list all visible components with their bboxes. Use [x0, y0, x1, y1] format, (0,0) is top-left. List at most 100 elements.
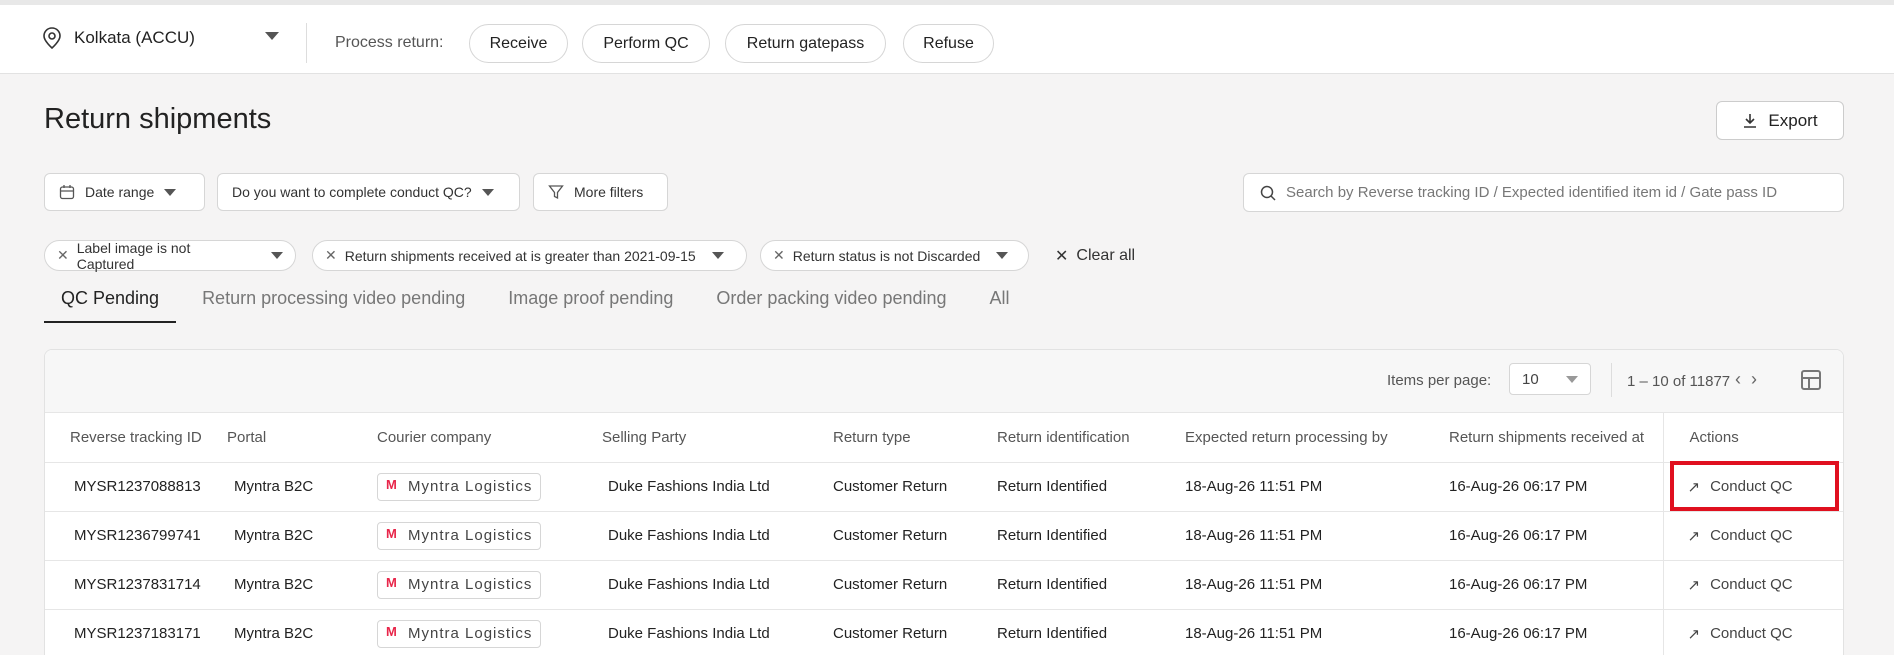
cell-return-type: Customer Return: [833, 511, 997, 561]
search-placeholder: Search by Reverse tracking ID / Expected…: [1286, 184, 1778, 201]
col-selling-party[interactable]: Selling Party: [602, 413, 833, 463]
cell-return-type: Customer Return: [833, 462, 997, 512]
chevron-down-icon: [711, 252, 724, 259]
location-selector[interactable]: Kolkata (ACCU): [42, 27, 195, 49]
search-icon: [1260, 185, 1276, 201]
courier-label: Myntra Logistics: [408, 527, 533, 544]
myntra-logo-icon: [386, 575, 400, 590]
clear-all-label: Clear all: [1076, 247, 1136, 264]
cell-return-received-at: 16-Aug-26 06:17 PM: [1449, 560, 1663, 610]
divider: [306, 23, 307, 63]
pagination-range: 1 – 10 of 11877: [1627, 373, 1731, 390]
conduct-qc-button[interactable]: ↗ Conduct QC: [1664, 527, 1793, 545]
location-label: Kolkata (ACCU): [74, 28, 195, 47]
more-filters-label: More filters: [574, 184, 644, 200]
cell-expected-return-processing: 18-Aug-26 11:51 PM: [1185, 560, 1449, 610]
col-return-identification[interactable]: Return identification: [997, 413, 1185, 463]
close-icon[interactable]: ✕: [773, 247, 785, 264]
tab-all[interactable]: All: [973, 288, 1027, 323]
cell-selling-party: Duke Fashions India Ltd: [602, 560, 833, 610]
conduct-qc-filter[interactable]: Do you want to complete conduct QC?: [217, 173, 520, 211]
export-button[interactable]: Export: [1716, 101, 1844, 140]
conduct-qc-label: Conduct QC: [1710, 478, 1793, 495]
courier-label: Myntra Logistics: [408, 478, 533, 495]
search-input[interactable]: Search by Reverse tracking ID / Expected…: [1243, 173, 1844, 212]
tab-return-processing-video-pending[interactable]: Return processing video pending: [185, 288, 482, 323]
col-return-received-at[interactable]: Return shipments received at: [1449, 413, 1663, 463]
download-icon: [1744, 113, 1757, 128]
col-actions: Actions: [1662, 413, 1843, 463]
conduct-qc-label: Conduct QC: [1710, 527, 1793, 544]
col-expected-return-processing[interactable]: Expected return processing by: [1185, 413, 1449, 463]
col-courier-company[interactable]: Courier company: [377, 413, 602, 463]
cell-reverse-tracking-id: MYSR1237183171: [45, 609, 227, 655]
col-return-type[interactable]: Return type: [833, 413, 997, 463]
conduct-qc-label: Conduct QC: [1710, 576, 1793, 593]
conduct-qc-label: Conduct QC: [1710, 625, 1793, 642]
cell-return-identification: Return Identified: [997, 462, 1185, 512]
chevron-down-icon: [271, 252, 283, 259]
cell-portal: Myntra B2C: [227, 609, 377, 655]
items-per-page-select[interactable]: 10: [1509, 363, 1591, 395]
cell-reverse-tracking-id: MYSR1236799741: [45, 511, 227, 561]
cell-selling-party: Duke Fashions India Ltd: [602, 462, 833, 512]
shipments-table-panel: Items per page: 10 1 – 10 of 11877 ‹ › R…: [44, 349, 1844, 655]
perform-qc-button[interactable]: Perform QC: [582, 24, 710, 63]
more-filters-button[interactable]: More filters: [533, 173, 668, 211]
return-gatepass-button[interactable]: Return gatepass: [725, 24, 886, 63]
items-per-page-value: 10: [1522, 370, 1539, 388]
chevron-down-icon: [1566, 375, 1578, 383]
cell-portal: Myntra B2C: [227, 462, 377, 512]
tab-image-proof-pending[interactable]: Image proof pending: [491, 288, 690, 323]
col-portal[interactable]: Portal: [227, 413, 377, 463]
location-pin-icon: [43, 27, 61, 49]
myntra-logo-icon: [386, 526, 400, 541]
receive-button[interactable]: Receive: [469, 24, 568, 63]
tab-order-packing-video-pending[interactable]: Order packing video pending: [699, 288, 963, 323]
filter-chip[interactable]: ✕ Return shipments received at is greate…: [312, 240, 747, 271]
divider: [1611, 363, 1612, 397]
cell-reverse-tracking-id: MYSR1237831714: [45, 560, 227, 610]
date-range-filter[interactable]: Date range: [44, 173, 205, 211]
calendar-icon: [59, 185, 75, 200]
courier-badge: Myntra Logistics: [377, 521, 542, 550]
process-return-label: Process return:: [335, 34, 444, 51]
chevron-right-icon[interactable]: ›: [1751, 369, 1757, 390]
cell-expected-return-processing: 18-Aug-26 11:51 PM: [1185, 511, 1449, 561]
conduct-qc-button[interactable]: ↗ Conduct QC: [1664, 576, 1793, 594]
conduct-qc-button[interactable]: ↗ Conduct QC: [1664, 625, 1793, 643]
arrow-up-right-icon: ↗: [1687, 478, 1701, 496]
shipments-table: Reverse tracking ID Portal Courier compa…: [45, 413, 1843, 655]
cell-return-type: Customer Return: [833, 609, 997, 655]
filter-chip[interactable]: ✕ Return status is not Discarded: [760, 240, 1029, 271]
clear-all-button[interactable]: ✕ Clear all: [1055, 246, 1135, 266]
refuse-button[interactable]: Refuse: [903, 24, 994, 63]
date-range-label: Date range: [85, 184, 155, 200]
table-toolbar: Items per page: 10 1 – 10 of 11877 ‹ ›: [45, 350, 1843, 413]
conduct-qc-label: Do you want to complete conduct QC?: [232, 184, 472, 200]
courier-badge: Myntra Logistics: [377, 472, 542, 501]
chip-label: Return status is not Discarded: [792, 247, 981, 264]
conduct-qc-button[interactable]: ↗ Conduct QC: [1664, 478, 1793, 496]
chevron-down-icon[interactable]: [265, 32, 279, 40]
courier-label: Myntra Logistics: [408, 576, 533, 593]
chip-label: Label image is not Captured: [76, 239, 191, 272]
page-title: Return shipments: [44, 103, 272, 135]
cell-reverse-tracking-id: MYSR1237088813: [45, 462, 227, 512]
filter-chip[interactable]: ✕ Label image is not Captured: [44, 239, 296, 272]
chevron-left-icon[interactable]: ‹: [1735, 369, 1741, 390]
items-per-page-label: Items per page:: [1387, 372, 1492, 389]
table-row: MYSR1237088813 Myntra B2C Myntra Logisti…: [45, 462, 1843, 512]
cell-expected-return-processing: 18-Aug-26 11:51 PM: [1185, 462, 1449, 512]
chevron-down-icon: [481, 188, 494, 196]
export-label: Export: [1768, 110, 1818, 130]
close-icon[interactable]: ✕: [325, 247, 337, 264]
chip-label: Return shipments received at is greater …: [344, 247, 696, 264]
col-reverse-tracking-id[interactable]: Reverse tracking ID: [45, 413, 227, 463]
top-bar: Kolkata (ACCU) Process return: Receive P…: [0, 0, 1894, 74]
close-icon[interactable]: ✕: [57, 247, 69, 264]
cell-selling-party: Duke Fashions India Ltd: [602, 511, 833, 561]
courier-badge: Myntra Logistics: [377, 570, 542, 599]
tab-qc-pending[interactable]: QC Pending: [44, 288, 177, 323]
columns-icon[interactable]: [1801, 370, 1821, 390]
